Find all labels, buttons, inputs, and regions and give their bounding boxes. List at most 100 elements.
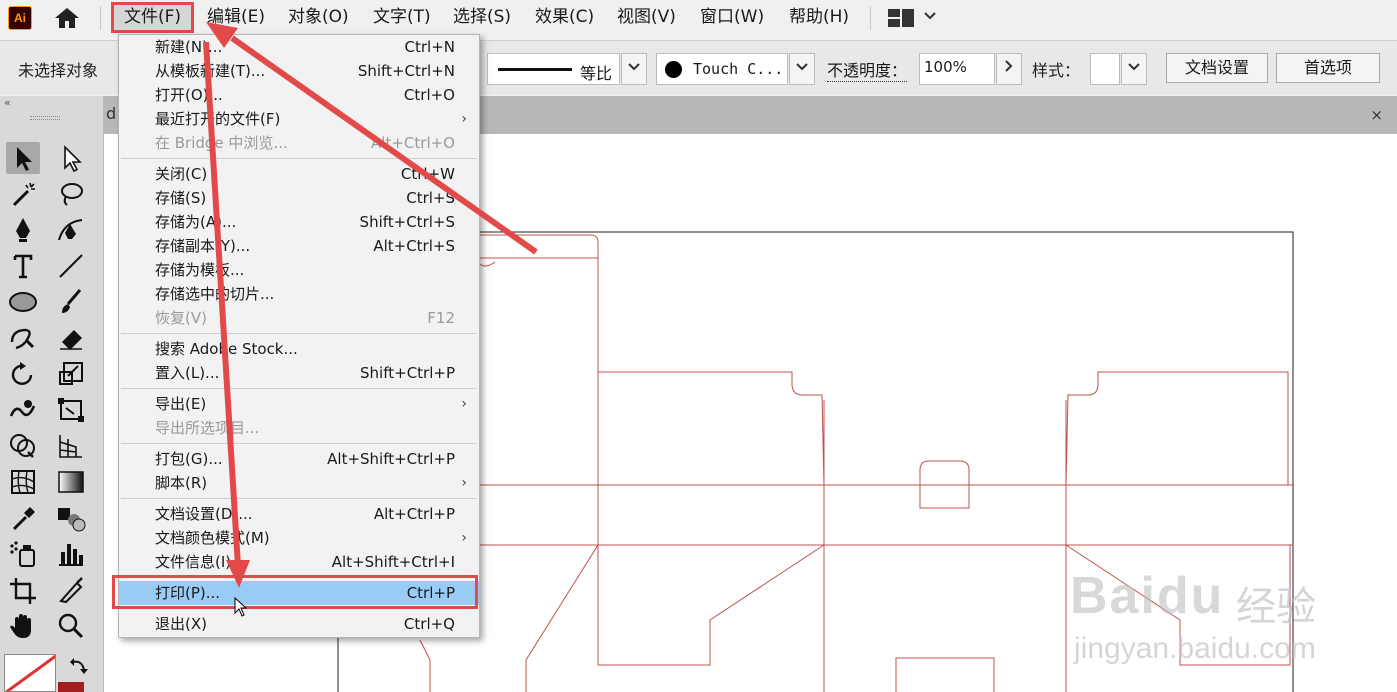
warp-tool-icon[interactable] [6,394,40,426]
menu-item-save-selected-slices[interactable]: 存储选中的切片... [119,282,479,306]
pen-tool-icon[interactable] [6,214,40,246]
line-segment-tool-icon[interactable] [54,250,88,282]
shaper-tool-icon[interactable] [6,322,40,354]
menu-separator [121,498,477,499]
menu-item-save[interactable]: 存储(S) Ctrl+S [119,186,479,210]
menu-select[interactable]: 选择(S) [453,6,511,30]
hand-tool-icon[interactable] [6,610,40,642]
menu-window[interactable]: 窗口(W) [700,6,764,30]
menu-item-save-as[interactable]: 存储为(A)... Shift+Ctrl+S [119,210,479,234]
menu-separator [121,443,477,444]
watermark-url: jingyan.baidu.com [1074,632,1316,665]
submenu-arrow-icon: › [461,396,467,412]
home-icon[interactable] [52,6,82,30]
menu-item-document-setup[interactable]: 文档设置(D)... Alt+Ctrl+P [119,502,479,526]
workspace-switcher-icon[interactable] [888,9,914,27]
menu-item-revert: 恢复(V) F12 [155,309,455,327]
menu-item-new-from-template[interactable]: 从模板新建(T)... Shift+Ctrl+N [119,59,479,83]
panel-grip[interactable] [30,116,60,120]
menu-item-search-adobe-stock[interactable]: 搜索 Adobe Stock... [119,337,479,361]
document-tab[interactable]: d [106,104,116,123]
brush-dropdown[interactable] [789,53,815,85]
menu-separator [121,388,477,389]
symbol-sprayer-tool-icon[interactable] [6,538,40,570]
menu-effect[interactable]: 效果(C) [535,6,594,30]
direct-selection-tool-icon[interactable] [54,142,88,174]
lasso-tool-icon[interactable] [54,178,88,210]
gradient-tool-icon[interactable] [54,466,88,498]
style-dropdown[interactable] [1121,53,1147,85]
perspective-grid-tool-icon[interactable] [54,430,88,462]
opacity-arrow-icon[interactable] [996,53,1022,85]
eyedropper-tool-icon[interactable] [6,502,40,534]
scale-tool-icon[interactable] [54,358,88,390]
mouse-cursor-icon [234,596,248,617]
zoom-tool-icon[interactable] [54,610,88,642]
curvature-tool-icon[interactable] [54,214,88,246]
menu-help[interactable]: 帮助(H) [789,6,849,30]
slice-tool-icon[interactable] [54,574,88,606]
document-setup-button[interactable]: 文档设置 [1166,53,1268,83]
ellipse-tool-icon[interactable] [6,286,40,318]
fill-swatch[interactable] [4,654,56,692]
opacity-input[interactable]: 100% [919,53,995,85]
file-menu-dropdown: 新建(N)... Ctrl+N 从模板新建(T)... Shift+Ctrl+N 打… [118,34,480,638]
selection-status: 未选择对象 [18,61,99,80]
stroke-swatch[interactable] [58,682,84,692]
menu-item-close[interactable]: 关闭(C) Ctrl+W [119,162,479,186]
style-label: 样式： [1032,61,1081,80]
submenu-arrow-icon: › [461,111,467,127]
menu-object[interactable]: 对象(O) [288,6,349,30]
column-graph-tool-icon[interactable] [54,538,88,570]
menu-separator [121,158,477,159]
style-swatch[interactable] [1090,53,1120,85]
shape-builder-tool-icon[interactable] [6,430,40,462]
watermark-brand: Baidu [1070,567,1225,625]
menu-item-exit[interactable]: 退出(X) Ctrl+Q [119,612,479,636]
menu-item-new[interactable]: 新建(N)... Ctrl+N [119,35,479,59]
menu-item-package[interactable]: 打包(G)... Alt+Shift+Ctrl+P [119,447,479,471]
menu-edit[interactable]: 编辑(E) [207,6,265,30]
preferences-button[interactable]: 首选项 [1276,53,1380,83]
print-highlight-box [112,575,478,609]
stroke-profile-select[interactable]: 等比 [487,53,620,85]
menu-item-export[interactable]: 导出(E) › [119,392,479,416]
app-logo: Ai [8,6,32,30]
type-tool-icon[interactable] [6,250,40,282]
menu-type[interactable]: 文字(T) [373,6,431,30]
menu-item-file-info[interactable]: 文件信息(I)... Alt+Shift+Ctrl+I [119,550,479,574]
artboard-tool-icon[interactable] [6,574,40,606]
brush-select[interactable]: Touch C... [656,53,788,85]
menu-separator [121,333,477,334]
stroke-preview [498,68,572,71]
menu-view[interactable]: 视图(V) [617,6,676,30]
tools-panel: « [0,96,104,692]
menu-item-open-recent[interactable]: 最近打开的文件(F) › [119,107,479,131]
blend-tool-icon[interactable] [54,502,88,534]
menu-item-save-copy[interactable]: 存储副本(Y)... Alt+Ctrl+S [119,234,479,258]
menu-item-export-selection: 导出所选项目... [155,419,260,437]
submenu-arrow-icon: › [461,475,467,491]
stroke-profile-dropdown[interactable] [621,53,647,85]
menu-item-document-color-mode[interactable]: 文档颜色模式(M) › [119,526,479,550]
collapse-panel-icon[interactable]: « [4,96,11,109]
menu-file[interactable]: 文件(F) [111,2,195,33]
stroke-profile-label: 等比 [580,64,613,83]
brush-label: Touch C... [693,60,784,78]
menu-item-place[interactable]: 置入(L)... Shift+Ctrl+P [119,361,479,385]
swap-fill-stroke-icon[interactable] [68,656,90,676]
rotate-tool-icon[interactable] [6,358,40,390]
mesh-tool-icon[interactable] [6,466,40,498]
eraser-tool-icon[interactable] [54,322,88,354]
selection-tool-icon[interactable] [6,142,40,174]
opacity-label[interactable]: 不透明度： [827,57,908,82]
brush-dot-icon [665,61,682,78]
menu-item-scripts[interactable]: 脚本(R) › [119,471,479,495]
menu-item-open[interactable]: 打开(O)... Ctrl+O [119,83,479,107]
menu-item-save-as-template[interactable]: 存储为模板... [119,258,479,282]
free-transform-tool-icon[interactable] [54,394,88,426]
chevron-down-icon[interactable] [924,10,936,24]
close-icon[interactable]: × [1370,106,1383,124]
paintbrush-tool-icon[interactable] [54,286,88,318]
magic-wand-tool-icon[interactable] [6,178,40,210]
